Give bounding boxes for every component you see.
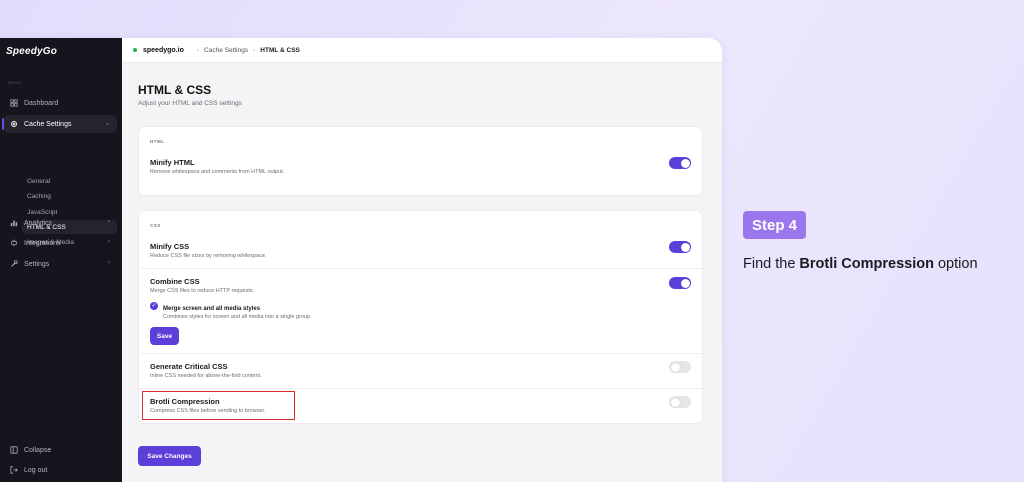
sidebar-item-dashboard[interactable]: Dashboard <box>4 94 117 112</box>
toggle-knob <box>680 278 690 288</box>
chevron-right-icon: › <box>108 239 110 245</box>
step-text-after: option <box>933 256 978 272</box>
toggle-knob <box>680 242 690 252</box>
sidebar-subitem-caching[interactable]: Caching <box>22 189 117 203</box>
brotli-compression-toggle[interactable] <box>669 396 691 408</box>
card-heading: HTML <box>150 139 165 144</box>
toggle-knob <box>680 158 690 168</box>
critical-css-toggle[interactable] <box>669 361 691 373</box>
step-badge: Step 4 <box>743 211 806 239</box>
main-content: speedygo.io › Cache Settings › HTML & CS… <box>122 38 722 482</box>
divider <box>139 268 702 269</box>
top-bar: speedygo.io › Cache Settings › HTML & CS… <box>122 38 722 63</box>
chevron-down-icon: ⌄ <box>104 121 110 127</box>
html-settings-card: HTML Minify HTML Remove whitespace and c… <box>138 126 703 196</box>
brotli-highlight-box <box>142 391 295 420</box>
setting-desc: Merge CSS files to reduce HTTP requests. <box>150 288 255 294</box>
menu-heading: MENU <box>8 80 23 85</box>
setting-title: Generate Critical CSS <box>150 362 228 371</box>
chevron-right-icon: › <box>108 219 110 225</box>
sidebar-subitem-general[interactable]: General <box>22 174 117 188</box>
sidebar-item-settings[interactable]: Settings › <box>4 255 117 273</box>
combine-css-toggle[interactable] <box>669 277 691 289</box>
step-text-bold: Brotli Compression <box>799 256 934 272</box>
sidebar-item-label: Collapse <box>24 446 52 454</box>
setting-desc: Reduce CSS file sizes by removing whites… <box>150 253 267 259</box>
collapse-icon <box>10 446 18 454</box>
breadcrumb-current: HTML & CSS <box>260 46 300 54</box>
gear-icon <box>10 120 18 128</box>
save-button[interactable]: Save <box>150 327 179 345</box>
card-heading: CSS <box>150 223 161 228</box>
divider <box>139 388 702 389</box>
sidebar-item-analytics[interactable]: Analytics › <box>4 214 117 232</box>
sidebar-item-label: Dashboard <box>24 99 59 107</box>
setting-title: Minify CSS <box>150 242 190 251</box>
plug-icon <box>10 239 18 247</box>
setting-desc: Inline CSS needed for above-the-fold con… <box>150 373 262 379</box>
sidebar: SpeedyGo MENU Dashboard Cache Settings ⌄… <box>0 38 122 482</box>
checkbox-desc: Combines styles for screen and all media… <box>163 314 312 320</box>
sidebar-item-cache-settings[interactable]: Cache Settings ⌄ <box>2 115 117 133</box>
merge-media-checkbox[interactable]: ✓ <box>150 302 158 310</box>
setting-title: Combine CSS <box>150 277 200 286</box>
save-changes-button[interactable]: Save Changes <box>138 446 201 466</box>
breadcrumb-separator-icon: › <box>253 46 256 54</box>
breadcrumb-separator-icon: › <box>196 46 200 54</box>
minify-css-toggle[interactable] <box>669 241 691 253</box>
divider <box>139 353 702 354</box>
minify-html-toggle[interactable] <box>669 157 691 169</box>
chart-icon <box>10 219 18 227</box>
toggle-knob <box>670 397 680 407</box>
setting-desc: Remove whitespace and comments from HTML… <box>150 169 285 175</box>
site-name[interactable]: speedygo.io <box>143 47 184 54</box>
app-logo: SpeedyGo <box>6 46 58 57</box>
sidebar-collapse-button[interactable]: Collapse <box>4 441 117 459</box>
sidebar-item-label: Analytics <box>24 219 53 227</box>
chevron-right-icon: › <box>108 260 110 266</box>
sidebar-logout-button[interactable]: Log out <box>4 461 117 479</box>
wrench-icon <box>10 260 18 268</box>
page-subtitle: Adjust your HTML and CSS settings <box>138 100 242 107</box>
sidebar-item-integrations[interactable]: Integrations › <box>4 234 117 252</box>
app-window: SpeedyGo MENU Dashboard Cache Settings ⌄… <box>0 38 722 482</box>
sidebar-item-label: Integrations <box>24 239 61 247</box>
sidebar-item-label: Settings <box>24 260 50 268</box>
grid-icon <box>10 99 18 107</box>
sidebar-item-label: Log out <box>24 466 48 474</box>
toggle-knob <box>670 362 680 372</box>
logout-icon <box>10 466 18 474</box>
breadcrumb-cache-settings[interactable]: Cache Settings <box>204 47 248 54</box>
checkbox-label: Merge screen and all media styles <box>163 306 261 312</box>
page-title: HTML & CSS <box>138 83 212 97</box>
setting-title: Minify HTML <box>150 158 195 167</box>
step-text-before: Find the <box>743 256 800 272</box>
status-dot-icon <box>133 48 137 52</box>
step-instruction: Find the Brotli Compression option <box>743 256 978 272</box>
sidebar-item-label: Cache Settings <box>24 120 72 128</box>
